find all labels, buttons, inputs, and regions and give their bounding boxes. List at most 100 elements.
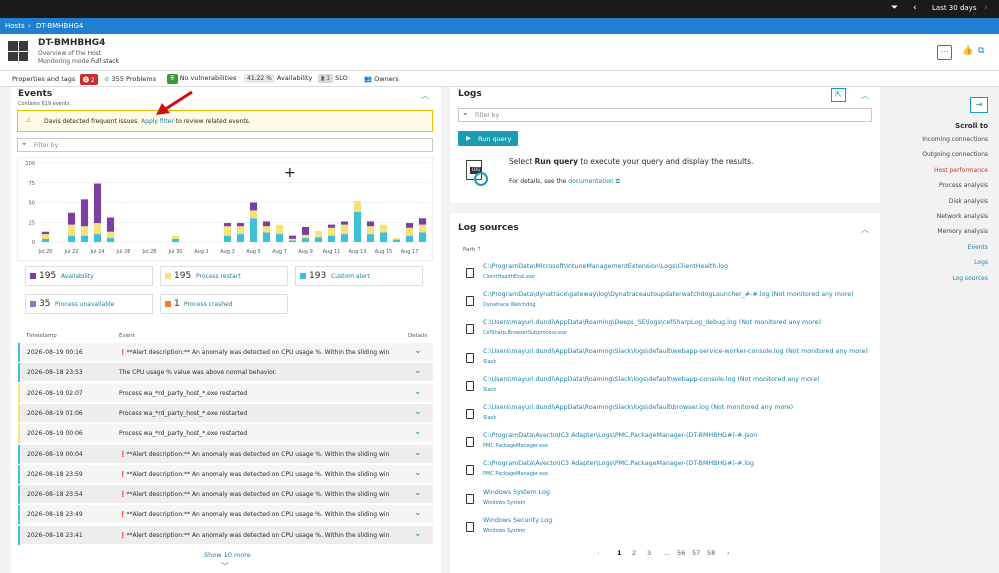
scroll-to-item[interactable]: Incoming connections	[922, 136, 988, 143]
apply-filter-link[interactable]: Apply filter	[141, 118, 174, 125]
log-sources-collapse-icon[interactable]: ︿	[861, 224, 869, 235]
list-item[interactable]: C:\ProgramData\Avecto\IC3 Adapter\Logs\P…	[466, 430, 876, 458]
scroll-to-item[interactable]: Memory analysis	[937, 228, 988, 235]
event-tile[interactable]: 1 Process crashed	[160, 294, 288, 314]
table-row[interactable]: 2026–08–19 00:04 ❗**Alert description:** …	[18, 444, 433, 464]
documentation-link[interactable]: documentation	[568, 178, 613, 185]
table-row[interactable]: 2026–08–19 00:06 Process wa_*rd_party_hos…	[18, 424, 433, 444]
expand-row-icon[interactable]: ⌄	[414, 407, 422, 417]
page-link[interactable]: 3	[647, 549, 651, 557]
chevron-right-icon[interactable]: ›	[984, 3, 988, 14]
list-item[interactable]: C:\Users\mayuri.dundi\AppData\Roaming\Sl…	[466, 346, 876, 374]
log-path[interactable]: C:\ProgramData\Avecto\IC3 Adapter\Logs\P…	[483, 432, 757, 439]
list-item[interactable]: C:\Users\mayuri.dundi\AppData\Roaming\Sl…	[466, 374, 876, 402]
open-logs-icon[interactable]: ⇱	[831, 88, 846, 102]
event-tile[interactable]: 193 Custom alert	[295, 266, 423, 286]
show-more-button[interactable]: Show 10 more	[204, 551, 251, 559]
list-item[interactable]: Windows Security Log Windows System	[466, 515, 876, 543]
list-item[interactable]: C:\ProgramData\dynatrace\gateway\log\Dyn…	[466, 289, 876, 317]
scroll-to-item[interactable]: Log sources	[952, 275, 988, 282]
table-row[interactable]: 2026–08–18 23:49 ❗**Alert description:** …	[18, 505, 433, 525]
share-icon[interactable]: ⧉	[978, 46, 984, 56]
page-link[interactable]: 58	[707, 549, 715, 557]
scroll-to-item[interactable]: Disk analysis	[949, 198, 988, 205]
list-item[interactable]: C:\ProgramData\Avecto\IC3 Adapter\Logs\P…	[466, 458, 876, 486]
expand-row-icon[interactable]: ⌄	[414, 448, 422, 458]
chevron-down-icon[interactable]: ﹀	[221, 561, 229, 572]
log-path[interactable]: C:\Users\mayuri.dundi\AppData\Roaming\De…	[483, 319, 821, 326]
y-tick-label: 50	[29, 201, 35, 207]
scroll-to-item[interactable]: Host performance	[934, 167, 988, 174]
problems-total[interactable]: ⊘ 355 Problems	[104, 75, 156, 83]
owners-link[interactable]: 👥 Owners	[364, 75, 399, 83]
logs-filter-input[interactable]: ⏷ Filter by	[458, 108, 872, 122]
table-row[interactable]: 2026–08–18 23:54 ❗**Alert description:** …	[18, 485, 433, 505]
table-row[interactable]: 2026–08–19 01:06 Process wa_*rd_party_hos…	[18, 403, 433, 423]
table-row[interactable]: 2026–08–18 23:59 ❗**Alert description:** …	[18, 464, 433, 484]
list-item[interactable]: C:\ProgramData\Microsoft\IntuneManagemen…	[466, 261, 876, 289]
expand-row-icon[interactable]: ⌄	[414, 529, 422, 539]
log-path[interactable]: C:\Users\mayuri.dundi\AppData\Roaming\Sl…	[483, 376, 820, 383]
event-tile[interactable]: 195 Process restart	[160, 266, 288, 286]
expand-row-icon[interactable]: ⌄	[414, 488, 422, 498]
collapse-panel-icon[interactable]: ⇥	[970, 97, 988, 113]
page-link[interactable]: 56	[677, 549, 685, 557]
log-path[interactable]: C:\Users\mayuri.dundi\AppData\Roaming\Sl…	[483, 404, 793, 411]
chevron-left-icon[interactable]: ‹	[913, 3, 917, 14]
log-path[interactable]: C:\Users\mayuri.dundi\AppData\Roaming\Sl…	[483, 348, 868, 355]
page-link[interactable]: 1	[617, 549, 622, 557]
col-path[interactable]: Path ⇡	[463, 247, 481, 253]
page-next-icon[interactable]: ›	[727, 549, 730, 557]
filter-icon[interactable]: ⏷	[891, 3, 898, 14]
table-row[interactable]: 2026–08–18 23:41 ❗**Alert description:** …	[18, 525, 433, 545]
expand-row-icon[interactable]: ⌄	[414, 468, 422, 478]
scroll-to-item[interactable]: Process analysis	[939, 182, 988, 189]
log-path[interactable]: Windows Security Log	[483, 517, 552, 524]
page-link[interactable]: 2	[632, 549, 636, 557]
availability-badge[interactable]: 41.22 % Availability	[244, 74, 312, 83]
expand-row-icon[interactable]: ⌄	[414, 346, 422, 356]
breadcrumb-hosts[interactable]: Hosts	[5, 22, 25, 30]
page-link[interactable]: 57	[692, 549, 700, 557]
event-tile[interactable]: 35 Process unavailable	[25, 294, 153, 314]
log-source: Dynatrace Watchdog	[483, 302, 536, 309]
list-item[interactable]: Windows System Log Windows System	[466, 487, 876, 515]
expand-row-icon[interactable]: ⌄	[414, 508, 422, 518]
log-path[interactable]: Windows System Log	[483, 489, 550, 496]
col-timestamp[interactable]: Timestamp	[26, 333, 57, 339]
log-path[interactable]: C:\ProgramData\Microsoft\IntuneManagemen…	[483, 263, 728, 270]
logs-collapse-icon[interactable]: ︿	[861, 90, 869, 101]
log-path[interactable]: C:\ProgramData\Avecto\IC3 Adapter\Logs\P…	[483, 460, 754, 467]
expand-row-icon[interactable]: ⌄	[414, 366, 422, 376]
list-item[interactable]: C:\Users\mayuri.dundi\AppData\Roaming\De…	[466, 317, 876, 345]
log-path[interactable]: C:\ProgramData\dynatrace\gateway\log\Dyn…	[483, 291, 854, 298]
scroll-to-item[interactable]: Events	[968, 244, 988, 251]
events-collapse-icon[interactable]: ︿	[421, 90, 429, 101]
table-row[interactable]: 2026–08–19 02:07 Process wa_*rd_party_hos…	[18, 383, 433, 403]
col-event[interactable]: Event	[119, 333, 135, 339]
slo-badge[interactable]: ▮ 1 SLO	[318, 74, 348, 83]
expand-row-icon[interactable]: ⌄	[414, 427, 422, 437]
more-menu-button[interactable]: ⋯	[937, 45, 952, 60]
events-chart[interactable]: 100 75 50 25 0Jul 20 Jul 22 Jul 24 Jul 26 Jul 28…	[17, 157, 433, 261]
table-row[interactable]: 2026–08–19 00:16 ❗**Alert description:** …	[18, 343, 433, 362]
events-filter-input[interactable]: ⏷ Filter by	[17, 138, 433, 152]
properties-tags-link[interactable]: Properties and tags	[12, 75, 75, 83]
event-tile[interactable]: 195 Availability	[25, 266, 153, 286]
timeframe-selector[interactable]: Last 30 days	[932, 4, 976, 12]
scroll-to-item[interactable]: Outgoing connections	[922, 151, 988, 158]
scroll-to-item[interactable]: Network analysis	[937, 213, 988, 220]
page-prev-icon[interactable]: ‹	[597, 549, 600, 557]
scroll-to-title: Scroll to	[955, 122, 988, 130]
bar-availability	[288, 235, 297, 239]
thumbs-up-icon[interactable]: 👍	[962, 46, 973, 56]
run-query-button[interactable]: ▶ Run query	[458, 131, 518, 146]
vulnerabilities-badge[interactable]: ⛨ No vulnerabilities	[167, 74, 236, 84]
table-row[interactable]: 2026–08–18 23:53 The CPU usage % value wa…	[18, 363, 433, 383]
list-item[interactable]: C:\Users\mayuri.dundi\AppData\Roaming\Sl…	[466, 402, 876, 430]
owners-label: Owners	[374, 75, 399, 83]
scroll-to-item[interactable]: Logs	[974, 259, 988, 266]
expand-row-icon[interactable]: ⌄	[414, 387, 422, 397]
external-link-icon[interactable]: ⧉	[616, 178, 620, 185]
problems-badge[interactable]: ⓿ 2	[80, 74, 98, 85]
